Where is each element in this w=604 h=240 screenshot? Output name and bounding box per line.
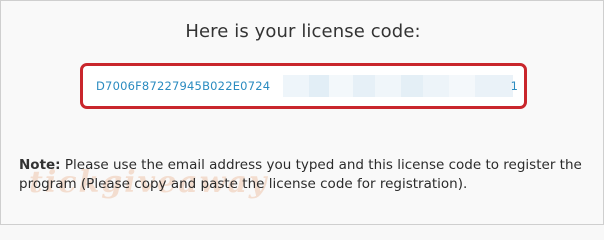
license-heading: Here is your license code:	[185, 21, 421, 42]
note-label: Note:	[19, 157, 61, 173]
redaction-blur	[283, 75, 309, 97]
redaction-blur	[353, 75, 375, 97]
redaction-blur	[423, 75, 449, 97]
registration-note: Note: Please use the email address you t…	[19, 156, 603, 194]
license-code-field[interactable]: D7006F87227945B022E0724 1	[80, 63, 527, 109]
redaction-blur	[329, 75, 353, 97]
note-text: Please use the email address you typed a…	[19, 157, 582, 192]
license-code-tail[interactable]: 1	[511, 79, 518, 93]
redaction-blur	[375, 75, 401, 97]
license-code-text[interactable]: D7006F87227945B022E0724	[96, 79, 270, 93]
license-dialog: Here is your license code: D7006F8722794…	[0, 0, 604, 225]
redaction-blur	[401, 75, 423, 97]
redaction-blur	[475, 75, 513, 97]
redaction-blur	[309, 75, 329, 97]
redaction-blur	[449, 75, 475, 97]
